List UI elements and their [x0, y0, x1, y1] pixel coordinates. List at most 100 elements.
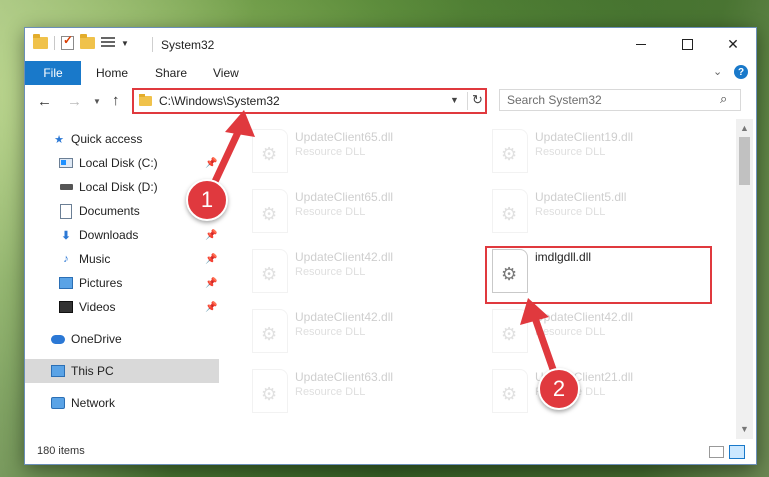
file-name: UpdateClient42.dll: [295, 250, 394, 264]
up-arrow-icon[interactable]: ↑: [112, 92, 120, 109]
file-type: Resource DLL: [535, 326, 606, 338]
help-icon[interactable]: ?: [734, 65, 748, 79]
maximize-button[interactable]: [664, 28, 710, 61]
file-type: Resource DLL: [535, 206, 606, 218]
file-name: UpdateClient5.dll: [535, 190, 627, 204]
refresh-icon[interactable]: ↻: [472, 92, 483, 108]
tab-file[interactable]: File: [25, 61, 81, 85]
maximize-icon: [681, 39, 693, 50]
sidebar-item-videos[interactable]: Videos 📌: [25, 295, 219, 319]
recent-locations-chevron-icon[interactable]: ▼: [93, 97, 101, 106]
sidebar-item-downloads[interactable]: ⬇ Downloads 📌: [25, 223, 219, 247]
customize-view-icon[interactable]: [101, 37, 115, 49]
properties-check-icon[interactable]: [61, 33, 74, 50]
item-count: 180 items: [37, 445, 85, 457]
quick-access-toolbar: ▼: [33, 33, 129, 50]
file-type: Resource DLL: [295, 386, 366, 398]
sidebar-item-onedrive[interactable]: OneDrive: [25, 327, 219, 351]
address-bar[interactable]: C:\Windows\System32 ▼ ↻: [132, 88, 487, 114]
minimize-icon: [636, 44, 646, 45]
dll-file-icon: [252, 369, 288, 413]
search-input[interactable]: Search System32 ⌕: [499, 89, 741, 111]
dll-file-icon: [492, 189, 528, 233]
file-name: UpdateClient42.dll: [295, 310, 394, 324]
sidebar-item-this-pc[interactable]: This PC: [25, 359, 219, 383]
file-item[interactable]: UpdateClient5.dll Resource DLL: [480, 185, 710, 237]
customize-toolbar-dropdown-icon[interactable]: ▼: [121, 39, 129, 48]
file-item[interactable]: UpdateClient42.dll Resource DLL: [240, 305, 470, 357]
file-type: Resource DLL: [295, 266, 366, 278]
tab-home[interactable]: Home: [96, 66, 128, 80]
pin-icon[interactable]: 📌: [205, 278, 217, 289]
search-icon[interactable]: ⌕: [720, 91, 727, 107]
sidebar-item-label: Videos: [79, 300, 116, 314]
sidebar-item-pictures[interactable]: Pictures 📌: [25, 271, 219, 295]
large-icons-view-icon[interactable]: [729, 445, 745, 459]
file-name: UpdateClient19.dll: [535, 130, 634, 144]
pin-icon[interactable]: 📌: [205, 254, 217, 265]
tab-share[interactable]: Share: [155, 66, 187, 80]
downloads-icon: ⬇: [61, 229, 71, 242]
onedrive-icon: [51, 332, 65, 346]
file-item[interactable]: UpdateClient63.dll Resource DLL: [240, 365, 470, 417]
file-highlight-box: [485, 246, 712, 304]
dll-file-icon: [252, 249, 288, 293]
sidebar-item-quick-access[interactable]: ★ Quick access: [25, 127, 219, 151]
close-icon: ✕: [727, 36, 739, 52]
videos-icon: [59, 300, 73, 314]
close-button[interactable]: ✕: [710, 28, 756, 61]
network-icon: [51, 396, 65, 410]
pin-icon[interactable]: 📌: [205, 302, 217, 313]
status-bar: 180 items: [25, 439, 756, 464]
dll-file-icon: [492, 129, 528, 173]
dll-file-icon: [492, 369, 528, 413]
navigation-pane: ★ Quick access Local Disk (C:) 📌 Local D…: [25, 119, 219, 439]
file-name: UpdateClient63.dll: [295, 370, 394, 384]
address-path[interactable]: C:\Windows\System32: [159, 94, 280, 108]
title-divider: [152, 37, 153, 52]
sidebar-item-label: Local Disk (D:): [79, 180, 158, 194]
address-history-chevron-icon[interactable]: ▼: [450, 95, 459, 105]
file-name: UpdateClient65.dll: [295, 130, 394, 144]
music-icon: ♪: [63, 253, 69, 265]
file-item[interactable]: UpdateClient19.dll Resource DLL: [480, 125, 710, 177]
this-pc-icon: [51, 364, 65, 378]
sidebar-item-network[interactable]: Network: [25, 391, 219, 415]
annotation-badge-1: 1: [186, 179, 228, 221]
tab-view[interactable]: View: [213, 66, 239, 80]
pin-icon[interactable]: 📌: [205, 230, 217, 241]
details-view-icon[interactable]: [709, 446, 724, 458]
ribbon-tabs: File Home Share View ⌄ ?: [25, 61, 756, 86]
forward-arrow-icon[interactable]: →: [67, 93, 82, 110]
file-item[interactable]: UpdateClient65.dll Resource DLL: [240, 185, 470, 237]
sidebar-item-label: Quick access: [71, 132, 143, 146]
file-item[interactable]: UpdateClient42.dll Resource DLL: [480, 305, 710, 357]
sidebar-item-label: Downloads: [79, 228, 139, 242]
scroll-up-arrow-icon[interactable]: ▲: [740, 123, 749, 133]
file-type: Resource DLL: [295, 206, 366, 218]
file-item[interactable]: UpdateClient42.dll Resource DLL: [240, 245, 470, 297]
file-item[interactable]: UpdateClient21.dll Resource DLL: [480, 365, 710, 417]
file-item[interactable]: UpdateClient65.dll Resource DLL: [240, 125, 470, 177]
sidebar-item-local-disk-c[interactable]: Local Disk (C:) 📌: [25, 151, 219, 175]
minimize-button[interactable]: [618, 28, 664, 61]
window-title: System32: [161, 38, 215, 52]
sidebar-item-label: Local Disk (C:): [79, 156, 158, 170]
documents-icon: [59, 203, 73, 219]
dll-file-icon: [492, 309, 528, 353]
sidebar-item-label: This PC: [71, 364, 114, 378]
expand-ribbon-chevron-icon[interactable]: ⌄: [713, 65, 722, 78]
vertical-scrollbar[interactable]: ▲ ▼: [736, 119, 753, 439]
scrollbar-thumb[interactable]: [739, 137, 750, 185]
navigation-bar: ← → ▼ ↑ C:\Windows\System32 ▼ ↻ Search S…: [25, 85, 756, 119]
sidebar-item-music[interactable]: ♪ Music 📌: [25, 247, 219, 271]
scroll-down-arrow-icon[interactable]: ▼: [740, 424, 749, 434]
pin-icon[interactable]: 📌: [205, 158, 217, 169]
sidebar-item-label: OneDrive: [71, 332, 122, 346]
sidebar-item-label: Network: [71, 396, 116, 410]
back-arrow-icon[interactable]: ←: [37, 93, 52, 110]
file-type: Resource DLL: [535, 146, 606, 158]
drive-c-icon: [59, 156, 73, 170]
new-folder-icon[interactable]: [80, 34, 95, 49]
pictures-icon: [59, 276, 73, 290]
